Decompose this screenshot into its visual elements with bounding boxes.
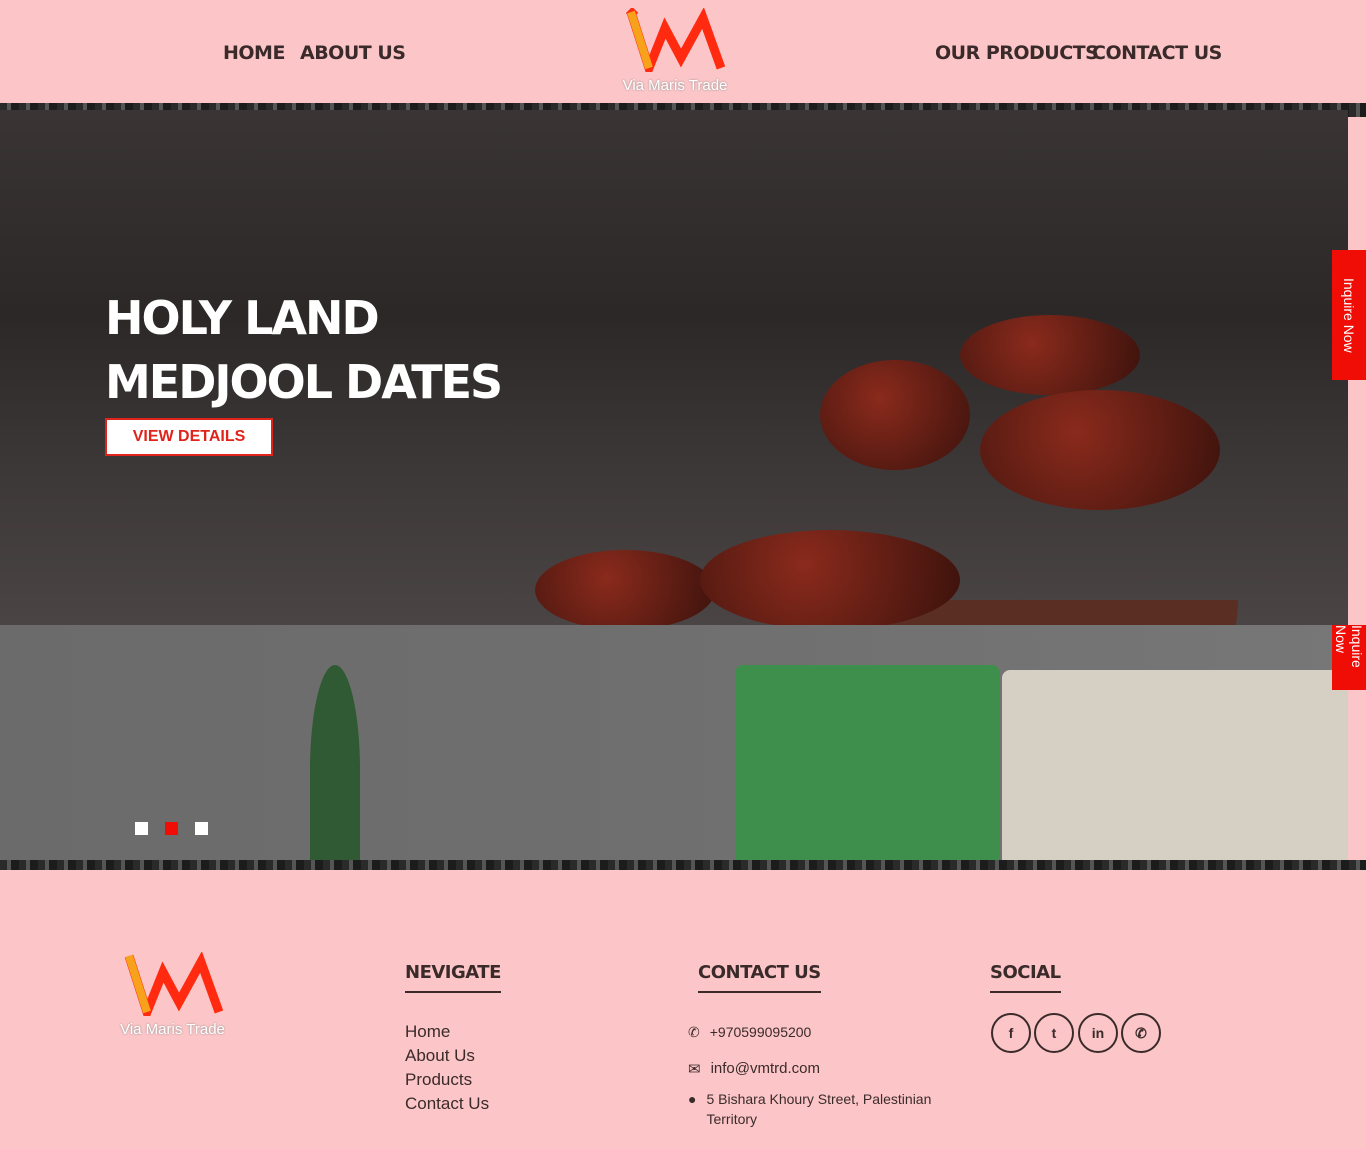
twitter-icon[interactable]: t xyxy=(1034,1013,1074,1053)
logo-mark-icon xyxy=(625,6,726,82)
white-soap-image xyxy=(1002,670,1348,870)
date-image xyxy=(700,530,960,625)
logo-mark-icon xyxy=(124,951,223,1026)
phone-icon: ✆ xyxy=(688,1024,700,1040)
nav-home[interactable]: HOME xyxy=(223,42,285,64)
envelope-icon: ✉ xyxy=(688,1061,701,1078)
linkedin-icon[interactable]: in xyxy=(1078,1013,1118,1053)
slider-dot-3[interactable] xyxy=(195,822,208,835)
torn-edge-divider xyxy=(0,860,1366,870)
inquire-now-tab[interactable]: Inquire Now xyxy=(1332,625,1366,690)
logo-text: Via Maris Trade xyxy=(120,1021,225,1038)
footer-link-home[interactable]: Home xyxy=(405,1022,450,1042)
contact-heading: CONTACT US xyxy=(698,962,821,993)
logo-text: Via Maris Trade xyxy=(622,77,728,94)
whatsapp-icon[interactable]: ✆ xyxy=(1121,1013,1161,1053)
facebook-icon[interactable]: f xyxy=(991,1013,1031,1053)
date-image xyxy=(960,315,1140,395)
social-heading: SOCIAL xyxy=(990,962,1061,993)
map-pin-icon: ● xyxy=(688,1091,697,1107)
footer-link-products[interactable]: Products xyxy=(405,1070,472,1090)
view-details-button[interactable]: VIEW DETAILS xyxy=(105,418,273,456)
date-image xyxy=(820,360,970,470)
contact-phone: ✆ +970599095200 xyxy=(688,1024,811,1041)
footer-link-contact[interactable]: Contact Us xyxy=(405,1094,489,1114)
nav-about[interactable]: ABOUT US xyxy=(300,42,406,64)
date-image xyxy=(535,550,715,625)
slider-dot-2-active[interactable] xyxy=(165,822,178,835)
inquire-now-tab[interactable]: Inquire Now xyxy=(1332,250,1366,380)
nav-products[interactable]: OUR PRODUCTS ⌄ xyxy=(935,42,1113,64)
header-logo[interactable]: Via Maris Trade xyxy=(615,6,735,94)
email-text: info@vmtrd.com xyxy=(710,1060,820,1077)
hero-title: HOLY LAND MEDJOOL DATES xyxy=(105,291,503,409)
footer-link-about[interactable]: About Us xyxy=(405,1046,475,1066)
navigate-heading: NEVIGATE xyxy=(405,962,501,993)
nav-products-label: OUR PRODUCTS xyxy=(935,42,1099,64)
nav-contact[interactable]: CONTACT US xyxy=(1092,42,1222,64)
slider-dot-1[interactable] xyxy=(135,822,148,835)
footer-logo[interactable]: Via Maris Trade xyxy=(110,951,235,1038)
date-image xyxy=(980,390,1220,510)
address-text: 5 Bishara Khoury Street, Palestinian Terr… xyxy=(706,1091,932,1127)
phone-text: +970599095200 xyxy=(709,1024,812,1040)
aloe-leaf-image xyxy=(310,665,360,870)
contact-address: ● 5 Bishara Khoury Street, Palestinian Ter… xyxy=(688,1089,931,1129)
contact-email[interactable]: ✉ info@vmtrd.com xyxy=(688,1060,820,1078)
green-soap-image xyxy=(735,665,1000,870)
